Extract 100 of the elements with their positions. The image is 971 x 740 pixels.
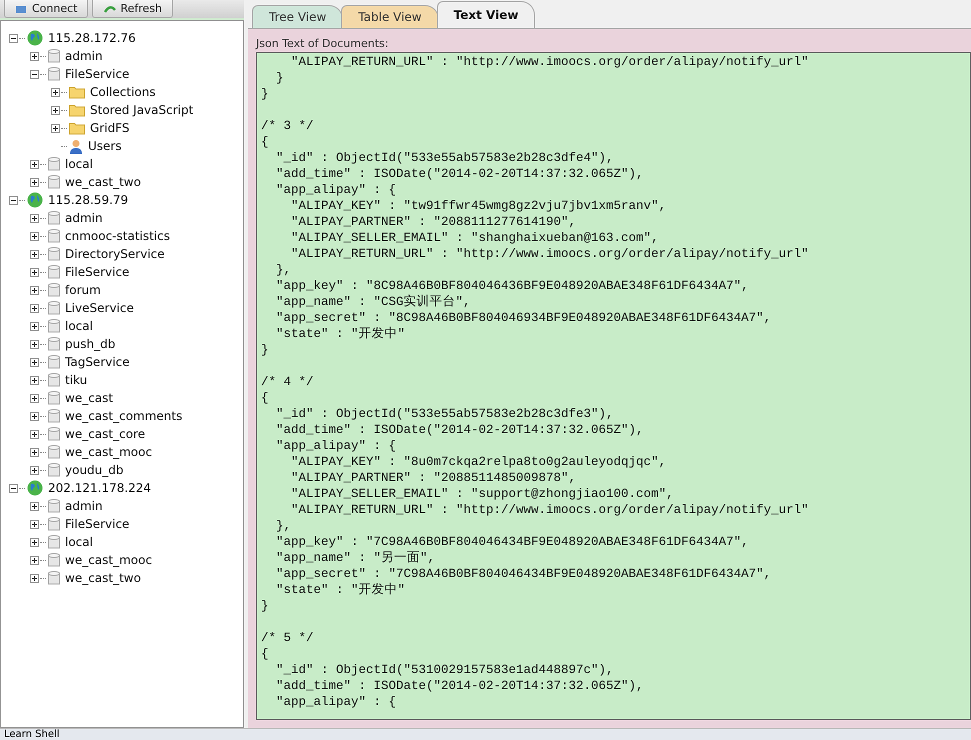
tree-item[interactable]: 115.28.172.76 [48, 31, 136, 45]
database-icon [48, 228, 60, 244]
tree-item[interactable]: forum [65, 283, 101, 297]
database-icon [48, 318, 60, 334]
database-icon [48, 174, 60, 190]
tree-item[interactable]: GridFS [90, 121, 130, 135]
code-line: "app_alipay" : { [275, 182, 398, 198]
code-line: "app_key" : "7C98A46B0BF804046434BF9E048920ABAE348F61DF6434A7", [275, 534, 750, 550]
globe-icon [27, 30, 43, 46]
code-line: "app_alipay" : { [275, 694, 398, 710]
tree-item[interactable]: we_cast_core [65, 427, 146, 441]
tree-item[interactable]: we_cast_two [65, 571, 141, 585]
expand-icon[interactable] [51, 88, 60, 96]
database-icon [48, 390, 60, 406]
code-line: "ALIPAY_KEY" : "tw91ffwr45wmg8gz2vju7jbv1xm5ranv", [290, 198, 668, 214]
refresh-icon [103, 4, 118, 14]
expand-icon[interactable] [30, 358, 39, 366]
tree-item[interactable]: FileService [65, 265, 130, 279]
expand-icon[interactable] [51, 106, 60, 114]
tree-item[interactable]: TagService [65, 355, 130, 369]
database-icon [48, 408, 60, 424]
tree-item[interactable]: Users [88, 139, 122, 153]
code-line: "ALIPAY_RETURN_URL" : "http://www.imoocs.org/order/alipay/notify_url" [290, 54, 810, 70]
expand-icon[interactable] [30, 556, 39, 564]
expand-icon[interactable] [30, 322, 39, 330]
code-line: "_id" : ObjectId("533e55ab57583e2b28c3dfe4"), [275, 150, 615, 166]
code-line: "state" : "开发中" [275, 582, 406, 598]
view-tab[interactable]: Text View [436, 1, 536, 28]
tree-item[interactable]: Collections [90, 85, 156, 99]
code-line: "app_name" : "CSG实训平台", [275, 294, 472, 310]
expand-icon[interactable] [30, 538, 39, 546]
tree-item[interactable]: local [65, 535, 93, 549]
code-line: } [275, 70, 285, 86]
collapse-icon[interactable] [9, 34, 18, 42]
database-icon [48, 570, 60, 586]
tree-item[interactable]: youdu_db [65, 463, 124, 477]
tree-item[interactable]: admin [65, 499, 103, 513]
expand-icon[interactable] [30, 304, 39, 312]
code-line: /* 4 */ [261, 374, 315, 390]
expand-icon[interactable] [30, 466, 39, 474]
tree-item[interactable]: FileService [65, 517, 130, 531]
tree-item[interactable]: we_cast_mooc [65, 553, 152, 567]
expand-icon[interactable] [30, 340, 39, 348]
status-text: Learn Shell [4, 729, 60, 740]
code-line: "app_key" : "8C98A46B0BF804046436BF9E048920ABAE348F61DF6434A7", [275, 278, 750, 294]
tree-item[interactable]: we_cast_two [65, 175, 141, 189]
folder-icon [69, 122, 85, 134]
tree-item[interactable]: admin [65, 49, 103, 63]
expand-icon[interactable] [30, 232, 39, 240]
code-line: "ALIPAY_RETURN_URL" : "http://www.imoocs.org/order/alipay/notify_url" [290, 246, 810, 262]
tree-item[interactable]: push_db [65, 337, 116, 351]
expand-icon[interactable] [30, 268, 39, 276]
tree-item[interactable]: we_cast_mooc [65, 445, 152, 459]
view-tab[interactable]: Tree View [252, 5, 344, 28]
refresh-button[interactable]: Refresh [92, 0, 174, 18]
expand-icon[interactable] [30, 520, 39, 528]
expand-icon[interactable] [30, 178, 39, 186]
tree-item[interactable]: we_cast_comments [65, 409, 182, 423]
expand-icon[interactable] [30, 574, 39, 582]
expand-icon[interactable] [30, 286, 39, 294]
view-tab[interactable]: Table View [341, 5, 439, 28]
expand-icon[interactable] [30, 376, 39, 384]
database-icon [48, 498, 60, 514]
code-line: "add_time" : ISODate("2014-02-20T14:37:32.065Z"), [275, 678, 645, 694]
tree-item[interactable]: cnmooc-statistics [65, 229, 170, 243]
database-icon [48, 426, 60, 442]
code-line: "add_time" : ISODate("2014-02-20T14:37:32.065Z"), [275, 166, 645, 182]
database-icon [48, 516, 60, 532]
tree-item[interactable]: admin [65, 211, 103, 225]
expand-icon[interactable] [51, 124, 60, 132]
expand-icon[interactable] [30, 250, 39, 258]
collapse-icon[interactable] [30, 70, 39, 78]
tree-item[interactable]: DirectoryService [65, 247, 165, 261]
tree-item[interactable]: local [65, 319, 93, 333]
expand-icon[interactable] [30, 430, 39, 438]
tree-item[interactable]: tiku [65, 373, 88, 387]
collapse-icon[interactable] [9, 484, 18, 492]
expand-icon[interactable] [30, 160, 39, 168]
tree-item[interactable]: 115.28.59.79 [48, 193, 128, 207]
code-line: "ALIPAY_KEY" : "8u0m7ckqa2relpa8to0g2auleyodqjqc", [290, 454, 668, 470]
tree-item[interactable]: 202.121.178.224 [48, 481, 152, 495]
expand-icon[interactable] [30, 52, 39, 60]
expand-icon[interactable] [30, 502, 39, 510]
database-icon [48, 444, 60, 460]
expand-icon[interactable] [30, 394, 39, 402]
user-icon [69, 138, 83, 154]
collapse-icon[interactable] [9, 196, 18, 204]
database-icon [48, 282, 60, 298]
code-line: { [261, 390, 270, 406]
database-icon [48, 336, 60, 352]
tree-item[interactable]: local [65, 157, 93, 171]
code-line: }, [275, 262, 292, 278]
expand-icon[interactable] [30, 448, 39, 456]
expand-icon[interactable] [30, 214, 39, 222]
expand-icon[interactable] [30, 412, 39, 420]
tree-item[interactable]: we_cast [65, 391, 114, 405]
tree-item[interactable]: FileService [65, 67, 130, 81]
connect-button[interactable]: Connect [4, 0, 88, 18]
tree-item[interactable]: LiveService [65, 301, 134, 315]
tree-item[interactable]: Stored JavaScript [90, 103, 194, 117]
